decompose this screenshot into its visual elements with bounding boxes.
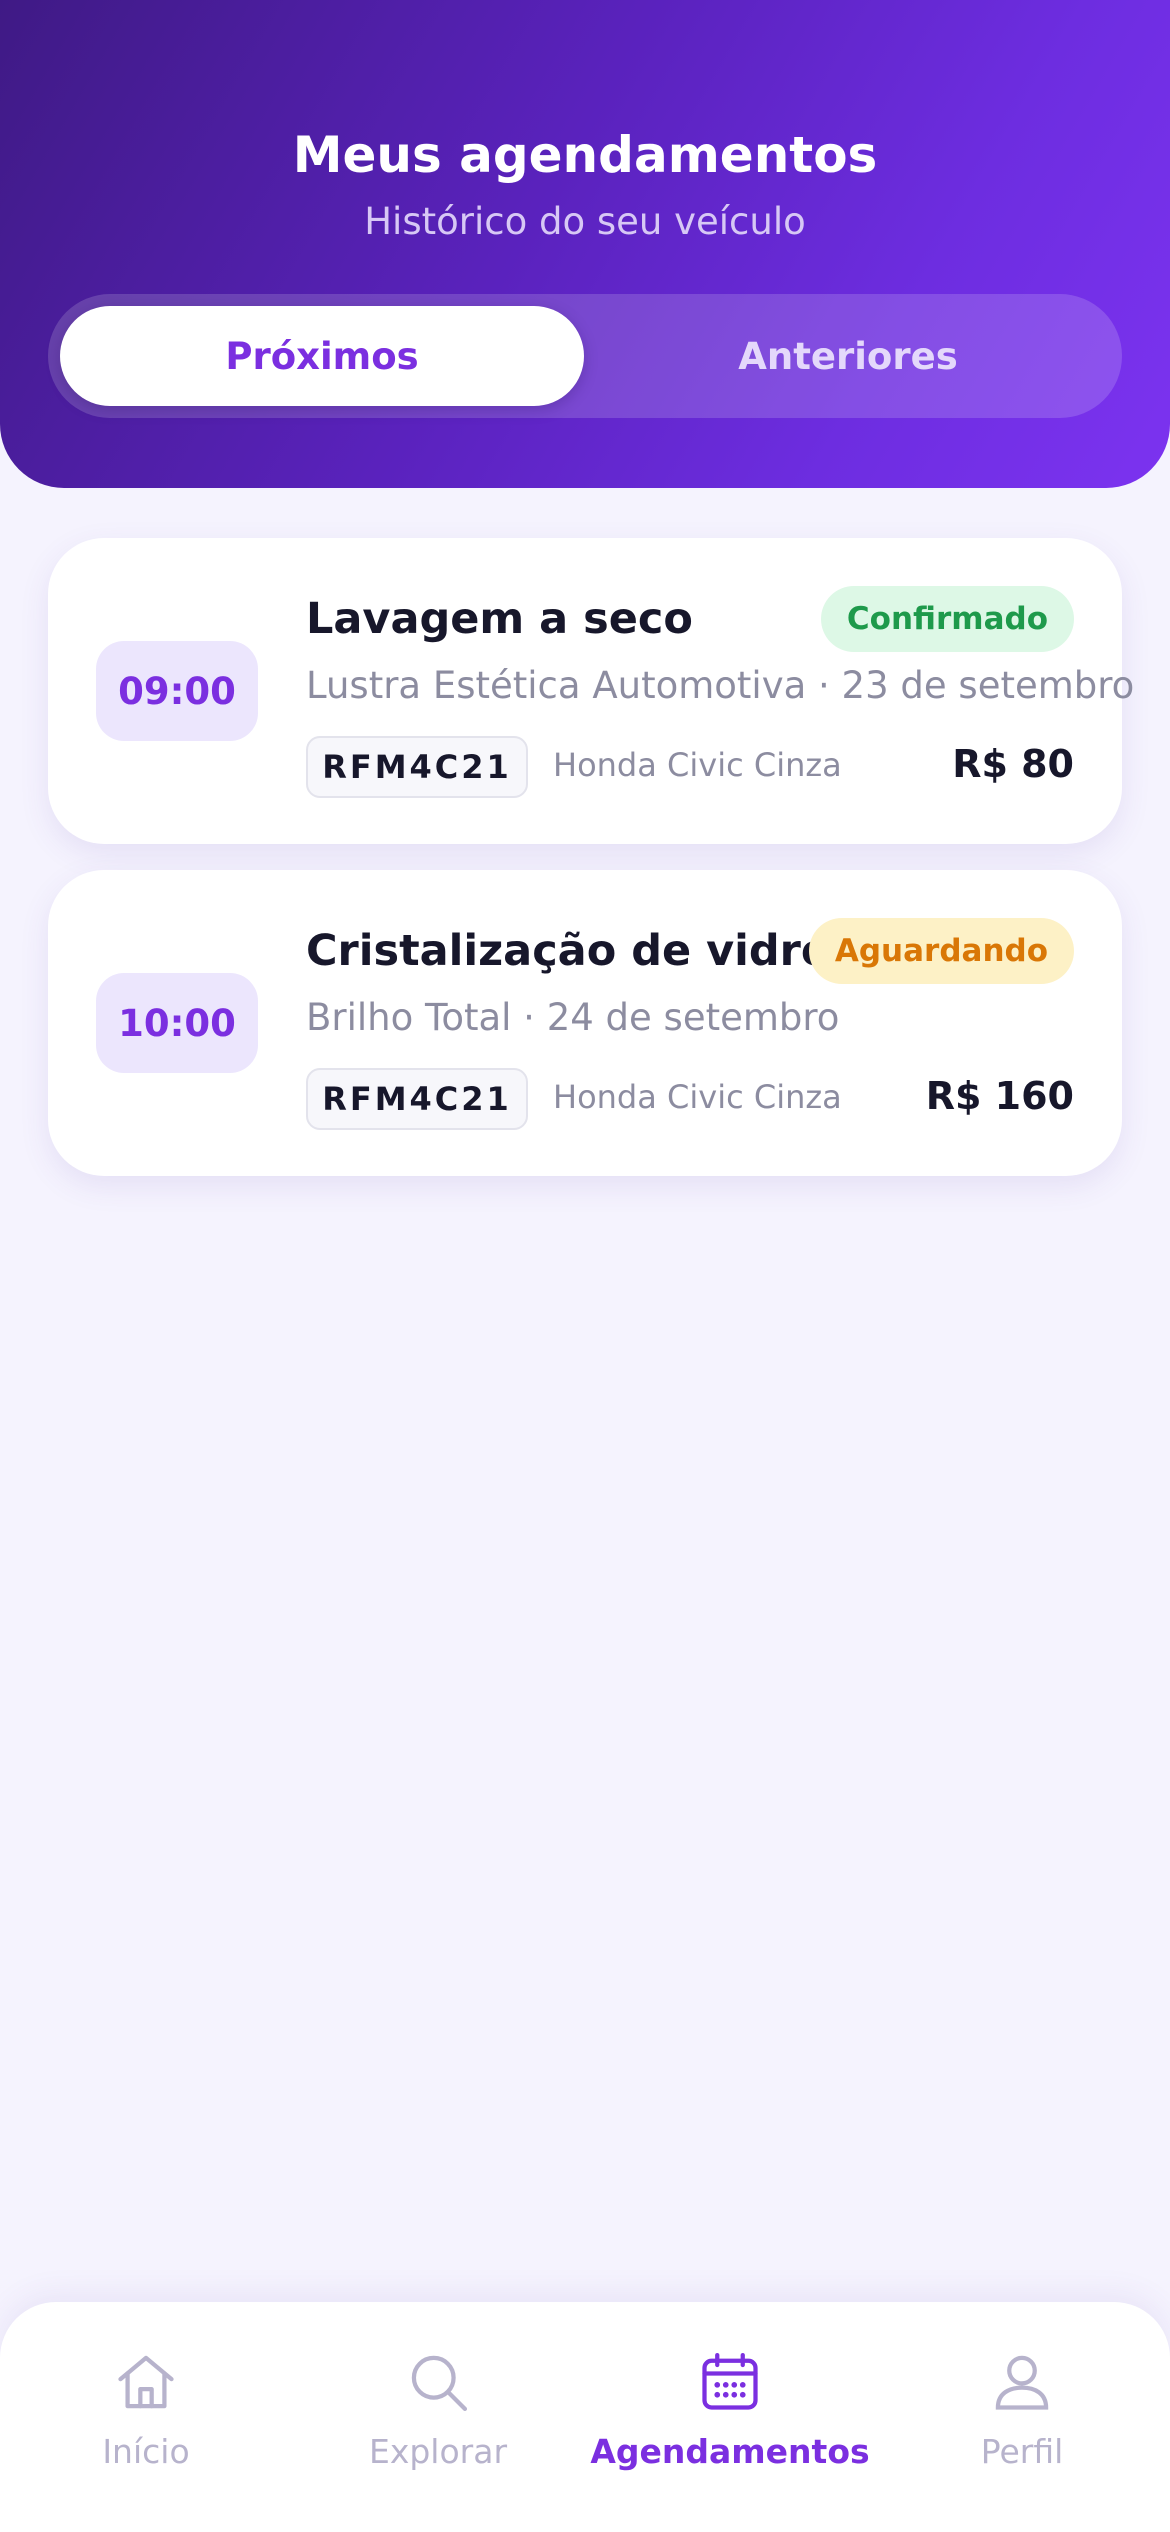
- vehicle-name: Honda Civic Cinza: [553, 1078, 842, 1116]
- nav-label: Início: [102, 2432, 190, 2471]
- provider-date: Brilho Total · 24 de setembro: [306, 996, 840, 1039]
- tab-proximos[interactable]: Próximos: [60, 306, 584, 406]
- service-name: Cristalização de vidros: [306, 926, 857, 976]
- page-subtitle: Histórico do seu veículo: [364, 200, 806, 243]
- nav-label: Agendamentos: [590, 2432, 870, 2471]
- nav-item-agendamentos[interactable]: Agendamentos: [584, 2348, 876, 2498]
- status-badge: Aguardando: [808, 918, 1074, 984]
- nav-item-explorar[interactable]: Explorar: [292, 2348, 584, 2498]
- nav-item-inicio[interactable]: Início: [0, 2348, 292, 2498]
- header: Meus agendamentos Histórico do seu veícu…: [0, 0, 1170, 488]
- nav-label: Perfil: [980, 2432, 1064, 2471]
- tab-anteriores[interactable]: Anteriores: [586, 306, 1110, 406]
- nav-label: Explorar: [368, 2432, 508, 2471]
- nav-item-perfil[interactable]: Perfil: [876, 2348, 1168, 2498]
- home-icon: [118, 2355, 174, 2409]
- bottom-nav: Início Explorar Agendamentos Perfil: [0, 2302, 1170, 2532]
- page-title: Meus agendamentos: [292, 126, 878, 184]
- appointment-time: 10:00: [96, 973, 258, 1073]
- price: R$ 80: [952, 742, 1074, 786]
- service-name: Lavagem a seco: [306, 594, 693, 644]
- status-badge: Confirmado: [820, 586, 1074, 652]
- license-plate: RFM4C21: [306, 736, 528, 798]
- screen: Meus agendamentos Histórico do seu veícu…: [0, 0, 1170, 2532]
- appointment-card[interactable]: 09:00 Lavagem a seco Confirmado Lustra E…: [48, 538, 1134, 844]
- calendar-icon: [702, 2352, 758, 2410]
- vehicle-name: Honda Civic Cinza: [553, 746, 842, 784]
- license-plate: RFM4C21: [306, 1068, 528, 1130]
- price: R$ 160: [925, 1074, 1074, 1118]
- provider-date: Lustra Estética Automotiva · 23 de setem…: [306, 664, 1135, 707]
- search-icon: [411, 2355, 468, 2412]
- user-icon: [995, 2355, 1049, 2410]
- tab-switcher: Próximos Anteriores: [48, 294, 1122, 418]
- appointment-time: 09:00: [96, 641, 258, 741]
- appointment-card[interactable]: 10:00 Cristalização de vidros Aguardando…: [48, 870, 1122, 1176]
